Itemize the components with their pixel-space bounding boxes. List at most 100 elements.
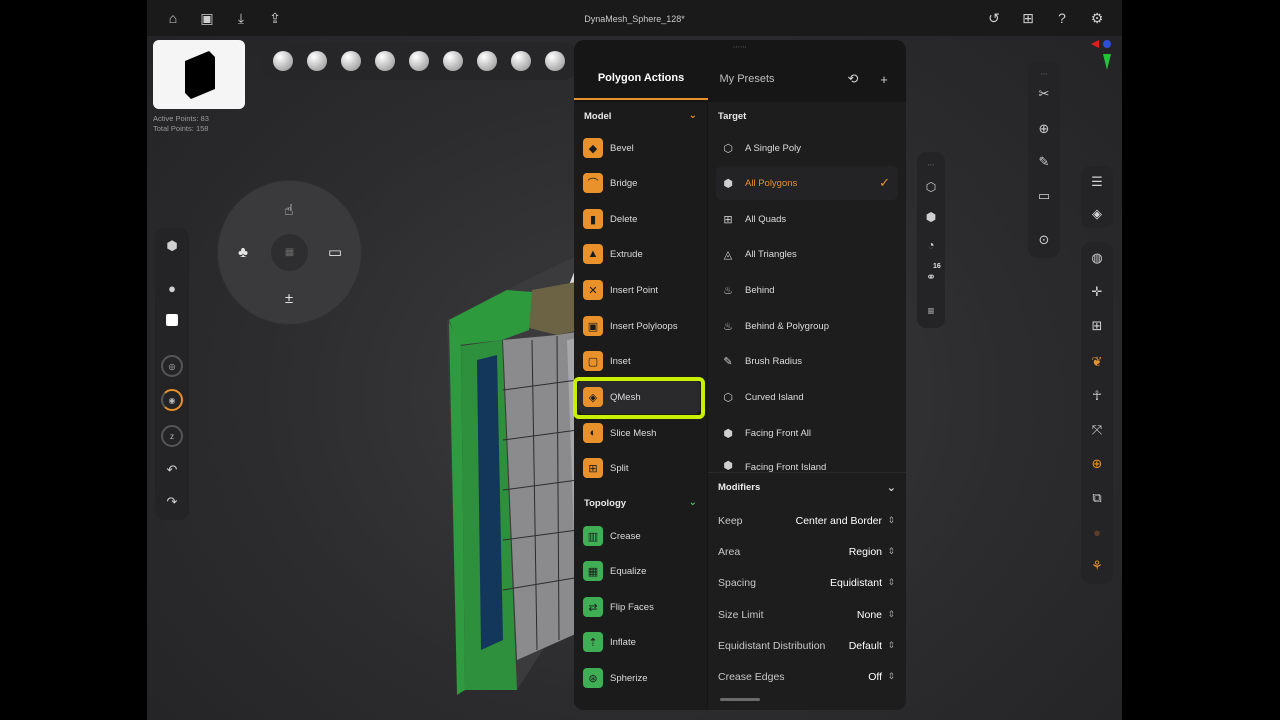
brush-inflate-icon[interactable]	[409, 51, 429, 71]
panel-handle[interactable]	[720, 698, 760, 701]
brush-standard-icon[interactable]	[307, 51, 327, 71]
action-bevel[interactable]: ◆ Bevel	[578, 131, 700, 165]
action-insert-point[interactable]: ✕ Insert Point	[578, 273, 700, 307]
pie-menu[interactable]: ☝ ♣ ▭ ± ▦	[217, 180, 362, 325]
help-icon[interactable]: ?	[1052, 8, 1072, 28]
action-inflate[interactable]: ⇡ Inflate	[578, 625, 700, 659]
move-axis-icon[interactable]: ✛	[1087, 282, 1107, 302]
polygon-mode-icon[interactable]: ⬡	[922, 178, 940, 196]
model-thumbnail[interactable]	[153, 40, 245, 109]
target-all-polygons[interactable]: ⬢ All Polygons ✓	[716, 166, 898, 200]
snap-icon[interactable]: ◔	[922, 236, 940, 254]
fit-view-icon[interactable]: ⤧	[1087, 420, 1107, 440]
target-facing-front-all[interactable]: ⬢ Facing Front All	[716, 416, 898, 450]
behind-icon: ♨	[723, 284, 733, 297]
layers-icon[interactable]: ◈	[1087, 204, 1107, 224]
plus-minus-icon[interactable]: ±	[277, 286, 301, 310]
sliders-icon[interactable]: ≡	[922, 302, 940, 320]
tools-icon[interactable]: ✂	[1034, 84, 1054, 104]
perspective-icon[interactable]: ◍	[1087, 248, 1107, 268]
section-model[interactable]: Model ⌄	[574, 102, 707, 130]
masks-icon[interactable]: ♣	[231, 240, 255, 264]
action-extrude[interactable]: ▲ Extrude	[578, 237, 700, 271]
target-behind-polygroup[interactable]: ♨ Behind & Polygroup	[716, 309, 898, 343]
brush-trim-icon[interactable]	[511, 51, 531, 71]
section-modifiers[interactable]: Modifiers ⌄	[708, 472, 906, 502]
brush-pinch-icon[interactable]	[443, 51, 463, 71]
axis-gizmo-icon[interactable]	[1077, 38, 1117, 82]
grid-icon[interactable]: ⊞	[1087, 316, 1107, 336]
hand-gesture-icon[interactable]: ☝	[277, 198, 301, 222]
ruler-icon[interactable]: ▭	[1034, 186, 1054, 206]
target-single-poly[interactable]: ⬡ A Single Poly	[716, 131, 898, 165]
transparency-icon[interactable]: ⧉	[1087, 488, 1107, 508]
material-sphere-icon[interactable]: ●	[160, 276, 184, 300]
target-all-triangles[interactable]: ◬ All Triangles	[716, 237, 898, 271]
action-crease[interactable]: ▥ Crease	[578, 519, 700, 553]
more-icon[interactable]: ⊙	[1034, 230, 1054, 250]
history-icon[interactable]: ↺	[984, 8, 1004, 28]
action-flip-faces[interactable]: ⇄ Flip Faces	[578, 590, 700, 624]
modifier-keep[interactable]: Keep Center and Border ⇕	[708, 505, 906, 536]
polygroup-icon[interactable]: ⬢	[922, 208, 940, 226]
target-behind[interactable]: ♨ Behind	[716, 273, 898, 307]
chevron-down-icon[interactable]: ⌄	[887, 481, 896, 494]
target-facing-front-island[interactable]: ⬢ Facing Front Island	[716, 451, 898, 474]
polyloops-icon: ▣	[583, 316, 603, 336]
tab-polygon-actions[interactable]: Polygon Actions	[574, 58, 708, 100]
split-icon: ⊞	[583, 458, 603, 478]
redo-icon[interactable]: ↷	[160, 490, 184, 514]
list-icon[interactable]: ☰	[1087, 172, 1107, 192]
action-inset[interactable]: ▢ Inset	[578, 344, 700, 378]
modifier-spacing[interactable]: Spacing Equidistant ⇕	[708, 567, 906, 598]
modifier-crease-edges[interactable]: Crease Edges Off ⇕	[708, 661, 906, 692]
modifier-key: Keep	[718, 514, 743, 527]
panel-grip-icon[interactable]: ⋯⋯	[731, 44, 749, 51]
z-add-icon[interactable]: z	[160, 424, 184, 448]
action-slice-mesh[interactable]: ◐ Slice Mesh	[578, 416, 700, 450]
add-icon[interactable]: ⊕	[1034, 119, 1054, 139]
target-curved-island[interactable]: ⬡ Curved Island	[716, 380, 898, 414]
pie-center-grid-icon[interactable]: ▦	[271, 234, 308, 271]
chevron-down-icon[interactable]: ⌄	[689, 110, 697, 121]
card-icon[interactable]: ▭	[323, 240, 347, 264]
brush-dam-icon[interactable]	[477, 51, 497, 71]
modifier-equidistant-distribution[interactable]: Equidistant Distribution Default ⇕	[708, 630, 906, 661]
action-insert-polyloops[interactable]: ▣ Insert Polyloops	[578, 309, 700, 343]
grip-icon[interactable]: ⋯	[1034, 64, 1054, 84]
modifier-area[interactable]: Area Region ⇕	[708, 536, 906, 567]
local-rotate-icon[interactable]: ⊕	[1087, 454, 1107, 474]
brush-size-icon[interactable]: ◎	[160, 354, 184, 378]
modifier-size-limit[interactable]: Size Limit None ⇕	[708, 599, 906, 630]
target-brush-radius[interactable]: ✎ Brush Radius	[716, 344, 898, 378]
brush-strength-icon[interactable]: ◉	[160, 388, 184, 412]
solo-icon[interactable]: ⚘	[1087, 556, 1107, 576]
action-equalize[interactable]: ▦ Equalize	[578, 554, 700, 588]
layout-icon[interactable]: ⊞	[1018, 8, 1038, 28]
brush-move-icon[interactable]	[375, 51, 395, 71]
settings-gear-icon[interactable]: ⚙	[1087, 8, 1107, 28]
color-swatch-icon[interactable]	[160, 308, 184, 332]
action-split[interactable]: ⊞ Split	[578, 451, 700, 485]
presets-sync-icon[interactable]: ⟲	[844, 70, 862, 88]
undo-icon[interactable]: ↶	[160, 458, 184, 482]
section-topology[interactable]: Topology ⌄	[574, 489, 707, 517]
figure-icon[interactable]: ☥	[1087, 386, 1107, 406]
pen-icon[interactable]: ✎	[1034, 152, 1054, 172]
brush-polish-icon[interactable]	[545, 51, 565, 71]
symmetry-icon[interactable]: ❦	[1087, 352, 1107, 372]
tab-my-presets[interactable]: My Presets	[708, 58, 786, 100]
brush-smooth-icon[interactable]	[341, 51, 361, 71]
action-bridge[interactable]: ⌒ Bridge	[578, 166, 700, 200]
action-spherize[interactable]: ⊛ Spherize	[578, 661, 700, 695]
grip-icon[interactable]: ⋯	[922, 156, 940, 174]
brush-clay-icon[interactable]	[273, 51, 293, 71]
subtools-icon[interactable]: ⚭	[922, 268, 940, 286]
material-ball-icon[interactable]: ●	[1087, 522, 1107, 542]
action-label: Inflate	[610, 636, 636, 648]
cube-view-icon[interactable]: ⬢	[160, 234, 184, 258]
action-delete[interactable]: ▮ Delete	[578, 202, 700, 236]
chevron-down-icon[interactable]: ⌄	[689, 497, 697, 508]
add-preset-icon[interactable]: +	[875, 70, 893, 88]
target-all-quads[interactable]: ⊞ All Quads	[716, 202, 898, 236]
